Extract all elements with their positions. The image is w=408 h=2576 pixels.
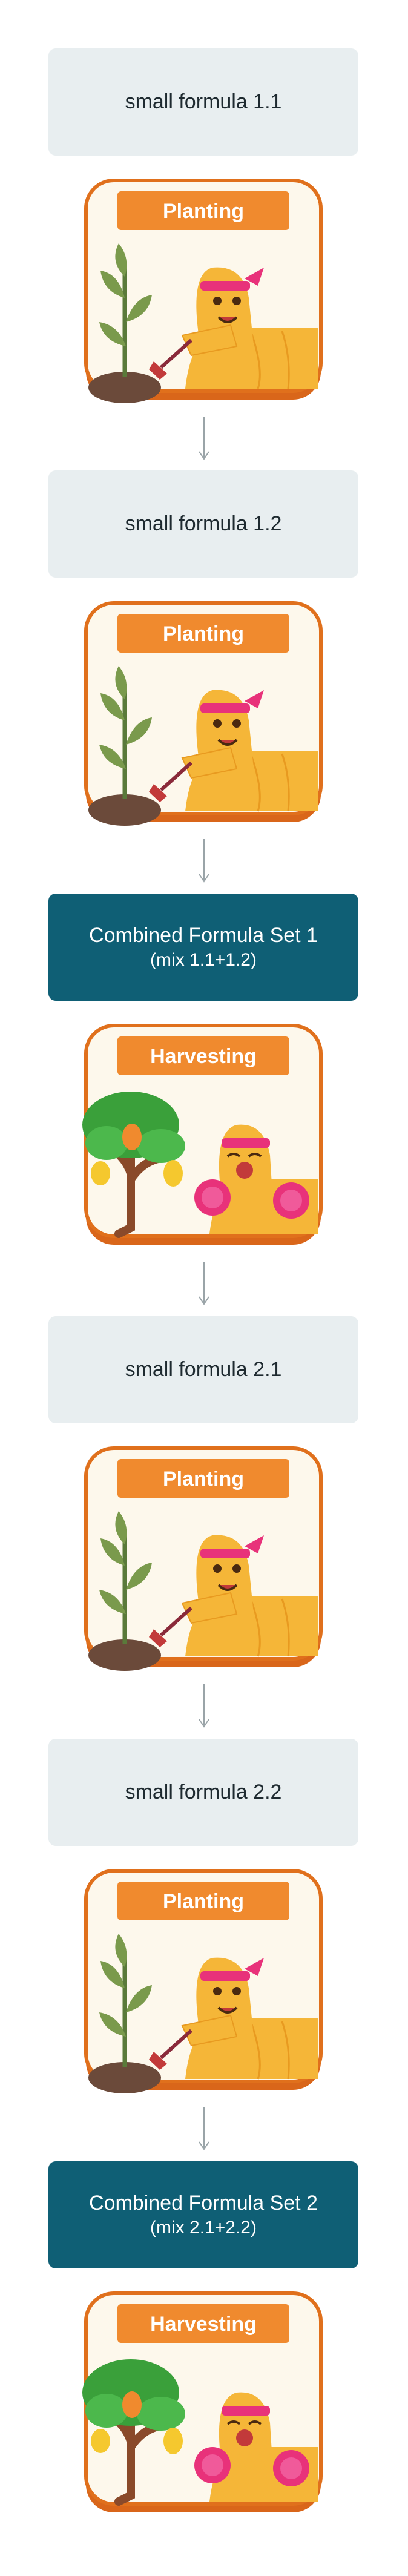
arrow-down-icon [199,839,209,883]
formula-box: small formula 1.1 [48,48,358,156]
arrow-down-icon [199,1262,209,1305]
formula-subtitle: (mix 2.1+2.2) [150,2218,257,2238]
arrow-down-icon [199,1684,209,1728]
formula-title: small formula 1.1 [125,90,282,114]
formula-title: small formula 2.1 [125,1358,282,1382]
formula-box: small formula 2.1 [48,1316,358,1423]
card-label: Harvesting [150,2313,257,2336]
formula-box: small formula 2.2 [48,1739,358,1846]
planting-card: Planting [84,179,323,403]
planting-card: Planting [84,1446,323,1671]
card-label: Planting [163,200,244,223]
arrow-down-icon [199,417,209,460]
card-label: Harvesting [150,1045,257,1068]
formula-subtitle: (mix 1.1+1.2) [150,950,257,970]
harvesting-card: Harvesting [82,2291,323,2512]
combined-formula-box: Combined Formula Set 2 (mix 2.1+2.2) [48,2161,358,2268]
card-label: Planting [163,1468,244,1491]
formula-title: small formula 1.2 [125,512,282,536]
formula-box: small formula 1.2 [48,470,358,578]
formula-title: Combined Formula Set 1 [89,923,318,947]
card-label: Planting [163,1890,244,1913]
card-label: Planting [163,622,244,645]
combined-formula-box: Combined Formula Set 1 (mix 1.1+1.2) [48,894,358,1001]
planting-card: Planting [84,1869,323,2093]
formula-title: small formula 2.2 [125,1780,282,1804]
arrow-down-icon [199,2107,209,2150]
planting-card: Planting [84,601,323,826]
formula-title: Combined Formula Set 2 [89,2191,318,2215]
harvesting-card: Harvesting [82,1024,323,1245]
